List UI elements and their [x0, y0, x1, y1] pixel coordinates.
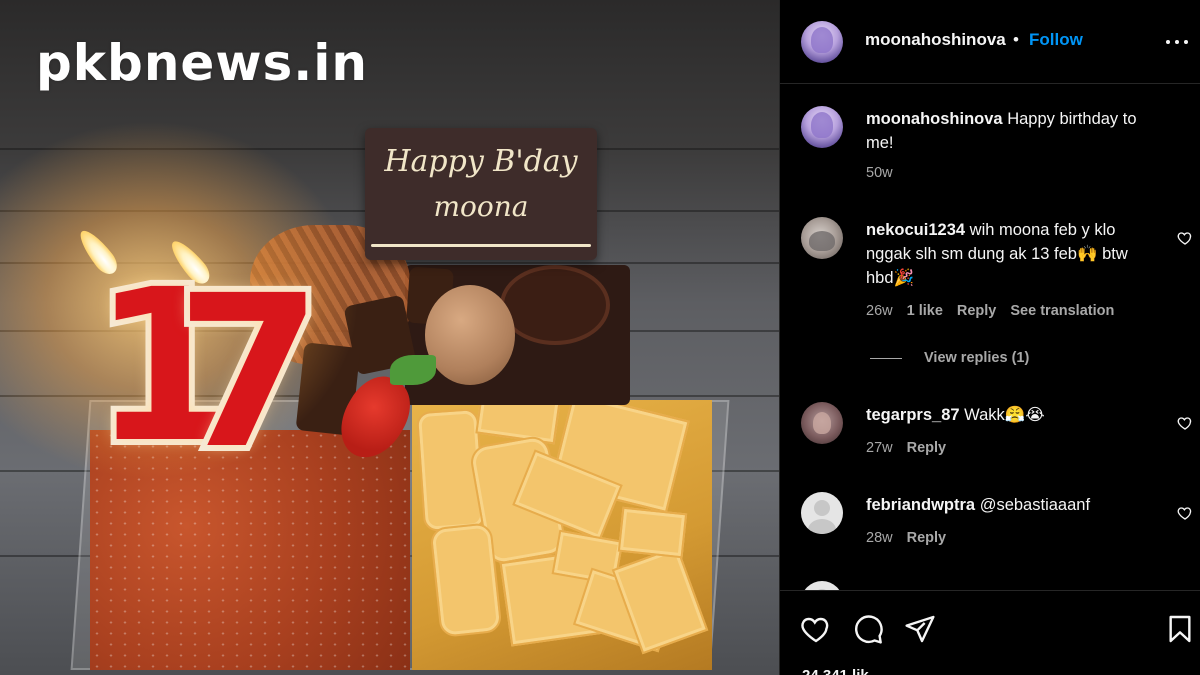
- comment-age: 28w: [866, 530, 893, 546]
- view-replies-line: [870, 357, 902, 359]
- comment: febriandwptra @sebastiaaanf: [866, 493, 1166, 517]
- comment-meta: 27w Reply: [866, 440, 946, 456]
- heart-icon[interactable]: [1177, 505, 1193, 521]
- watermark: pkbnews.in: [36, 34, 369, 92]
- separator-dot: •: [1013, 30, 1019, 49]
- chocolate-plaque: Happy B'day moona: [365, 128, 597, 260]
- biscuit: [617, 506, 688, 559]
- comment-username[interactable]: nekocui1234: [866, 221, 965, 239]
- macaron: [425, 285, 515, 385]
- comment-meta: 26w 1 like Reply See translation: [866, 303, 1114, 319]
- comments-list[interactable]: moonahoshinova Happy birthday to me! 50w…: [780, 85, 1200, 590]
- more-icon[interactable]: [1166, 40, 1188, 46]
- caption-meta: 50w: [866, 165, 893, 181]
- commenter-avatar[interactable]: [801, 492, 843, 534]
- post-panel: moonahoshinova • Follow moonahoshinova H…: [779, 0, 1200, 675]
- comment: nekocui1234 wih moona feb y klo nggak sl…: [866, 218, 1158, 290]
- post-actions: 24,341 lik: [780, 590, 1200, 675]
- see-translation-button[interactable]: See translation: [1010, 303, 1114, 319]
- plaque-line-1: Happy B'day: [384, 144, 578, 179]
- caption-username[interactable]: moonahoshinova: [866, 110, 1003, 128]
- author-username[interactable]: moonahoshinova: [865, 30, 1006, 50]
- commenter-avatar[interactable]: [801, 217, 843, 259]
- bookmark-icon[interactable]: [1164, 613, 1196, 645]
- reply-button[interactable]: Reply: [907, 530, 947, 546]
- reply-button[interactable]: Reply: [957, 303, 997, 319]
- comment-likes[interactable]: 1 like: [907, 303, 943, 319]
- chocolate-coin: [500, 265, 610, 345]
- comment-username[interactable]: tegarprs_87: [866, 406, 960, 424]
- post-header: moonahoshinova • Follow: [780, 0, 1200, 84]
- commenter-avatar[interactable]: [801, 581, 843, 590]
- heart-icon[interactable]: [800, 613, 832, 645]
- share-icon[interactable]: [904, 613, 936, 645]
- biscuit: [429, 522, 503, 638]
- reply-button[interactable]: Reply: [907, 440, 947, 456]
- comment-text: Wakk😤😭: [964, 406, 1045, 424]
- view-replies-button[interactable]: View replies (1): [870, 350, 1029, 366]
- candle-digit-7: 7: [170, 250, 328, 495]
- comment: tegarprs_87 Wakk😤😭: [866, 403, 1166, 427]
- strawberry-leaf: [390, 355, 436, 385]
- author-avatar[interactable]: [801, 21, 843, 63]
- heart-icon[interactable]: [1177, 230, 1193, 246]
- likes-count[interactable]: 24,341 lik: [802, 667, 869, 675]
- plaque-line-2: moona: [433, 190, 529, 223]
- view-replies-label: View replies (1): [924, 350, 1030, 366]
- comment-icon[interactable]: [852, 613, 884, 645]
- post-photo[interactable]: Happy B'day moona 1 7 pkbnews.in: [0, 0, 779, 675]
- caption-age: 50w: [866, 165, 893, 181]
- follow-button[interactable]: Follow: [1029, 30, 1083, 50]
- comment-meta: 28w Reply: [866, 530, 946, 546]
- comment-text[interactable]: @sebastiaaanf: [980, 496, 1090, 514]
- comment-age: 27w: [866, 440, 893, 456]
- caption: moonahoshinova Happy birthday to me!: [866, 107, 1166, 155]
- heart-icon[interactable]: [1177, 415, 1193, 431]
- plaque-underline: [371, 244, 591, 247]
- caption-avatar[interactable]: [801, 106, 843, 148]
- commenter-avatar[interactable]: [801, 402, 843, 444]
- comment-age: 26w: [866, 303, 893, 319]
- comment-username[interactable]: febriandwptra: [866, 496, 975, 514]
